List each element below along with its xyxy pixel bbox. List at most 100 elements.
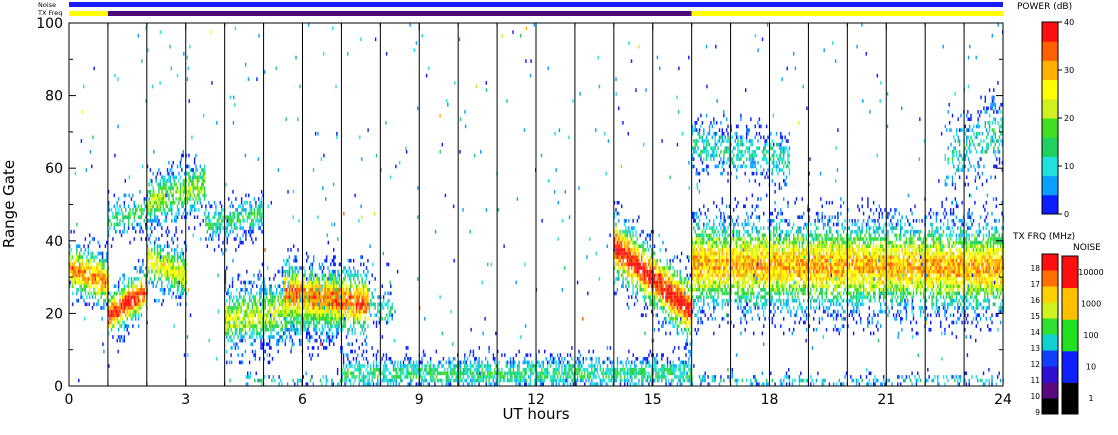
echo-cell	[293, 273, 295, 278]
echo-cell	[626, 248, 629, 252]
echo-cell	[688, 277, 690, 281]
echo-cell	[666, 284, 669, 289]
echo-cell	[693, 258, 695, 263]
echo-cell	[298, 266, 301, 270]
echo-cell	[669, 320, 671, 325]
echo-cell	[669, 298, 671, 303]
echo-cell	[751, 317, 754, 321]
echo-cell	[127, 298, 130, 303]
echo-cell	[155, 215, 157, 220]
echo-cell	[109, 298, 111, 303]
echo-cell	[142, 291, 144, 296]
echo-cell	[660, 269, 663, 274]
echo-cell	[164, 197, 166, 201]
echo-cell	[218, 219, 220, 223]
echo-cell	[280, 298, 282, 303]
echo-cell	[310, 317, 312, 321]
echo-cell	[728, 266, 731, 270]
echo-cell	[670, 306, 673, 310]
echo-cell	[741, 277, 744, 281]
echo-cell	[100, 284, 102, 289]
echo-cell	[250, 219, 253, 223]
echo-cell	[737, 269, 739, 274]
echo-cell	[295, 295, 298, 299]
echo-cell	[251, 313, 254, 318]
echo-cell	[660, 284, 663, 289]
echo-cell	[741, 222, 744, 227]
echo-cell	[260, 313, 262, 318]
echo-cell	[245, 208, 247, 212]
echo-cell	[763, 244, 765, 249]
echo-cell	[90, 284, 92, 289]
echo-cell	[327, 306, 329, 310]
echo-cell	[686, 302, 689, 307]
echo-cell	[145, 284, 147, 289]
echo-cell	[374, 302, 376, 307]
echo-cell	[335, 280, 338, 285]
echo-cell	[132, 313, 134, 318]
echo-cell	[675, 291, 677, 296]
echo-cell	[136, 208, 138, 212]
echo-cell	[294, 327, 296, 332]
echo-cell	[718, 266, 721, 270]
echo-cell	[120, 288, 123, 292]
echo-cell	[199, 164, 202, 169]
echo-cell	[117, 208, 120, 212]
echo-cell	[351, 327, 353, 332]
echo-cell	[310, 357, 312, 361]
echo-cell	[145, 266, 147, 270]
echo-cell	[267, 342, 269, 347]
echo-cell	[733, 244, 735, 249]
echo-cell	[84, 266, 87, 270]
echo-cell	[71, 284, 74, 289]
echo-cell	[264, 349, 267, 354]
echo-cell	[615, 229, 617, 234]
echo-cell	[311, 269, 314, 274]
echo-cell	[747, 266, 749, 270]
echo-cell	[155, 262, 157, 267]
echo-cell	[100, 258, 102, 263]
echo-cell	[90, 291, 92, 296]
echo-cell	[618, 244, 620, 249]
echo-cell	[737, 291, 739, 296]
echo-cell	[240, 295, 242, 299]
echo-cell	[745, 269, 748, 274]
echo-cell	[171, 219, 173, 223]
echo-cell	[255, 237, 257, 241]
echo-cell	[125, 215, 127, 220]
echo-cell	[333, 255, 335, 259]
echo-cell	[155, 197, 157, 201]
echo-cell	[140, 302, 143, 307]
echo-cell	[714, 306, 716, 310]
echo-cell	[300, 327, 302, 332]
echo-cell	[636, 284, 639, 289]
echo-cell	[728, 258, 731, 263]
echo-cell	[165, 186, 167, 190]
echo-cell	[313, 258, 315, 263]
echo-cell	[358, 320, 361, 325]
echo-cell	[737, 200, 739, 205]
echo-cell	[251, 320, 254, 325]
echo-cell	[271, 313, 274, 318]
echo-cell	[145, 197, 147, 201]
echo-cell	[139, 280, 141, 285]
echo-cell	[735, 219, 738, 223]
echo-cell	[625, 226, 627, 230]
echo-cell	[693, 266, 695, 270]
echo-cell	[317, 346, 319, 350]
echo-cell	[725, 229, 728, 234]
echo-cell	[314, 295, 316, 299]
echo-cell	[673, 324, 676, 328]
echo-cell	[158, 258, 160, 263]
echo-cell	[96, 284, 98, 289]
echo-cell	[196, 175, 199, 180]
echo-cell	[168, 288, 170, 292]
echo-cell	[122, 215, 124, 220]
echo-cell	[750, 215, 752, 220]
echo-cell	[126, 306, 128, 310]
echo-cell	[158, 193, 160, 198]
echo-cell	[193, 171, 196, 176]
echo-cell	[237, 298, 239, 303]
echo-cell	[646, 255, 649, 259]
echo-cell	[632, 248, 634, 252]
